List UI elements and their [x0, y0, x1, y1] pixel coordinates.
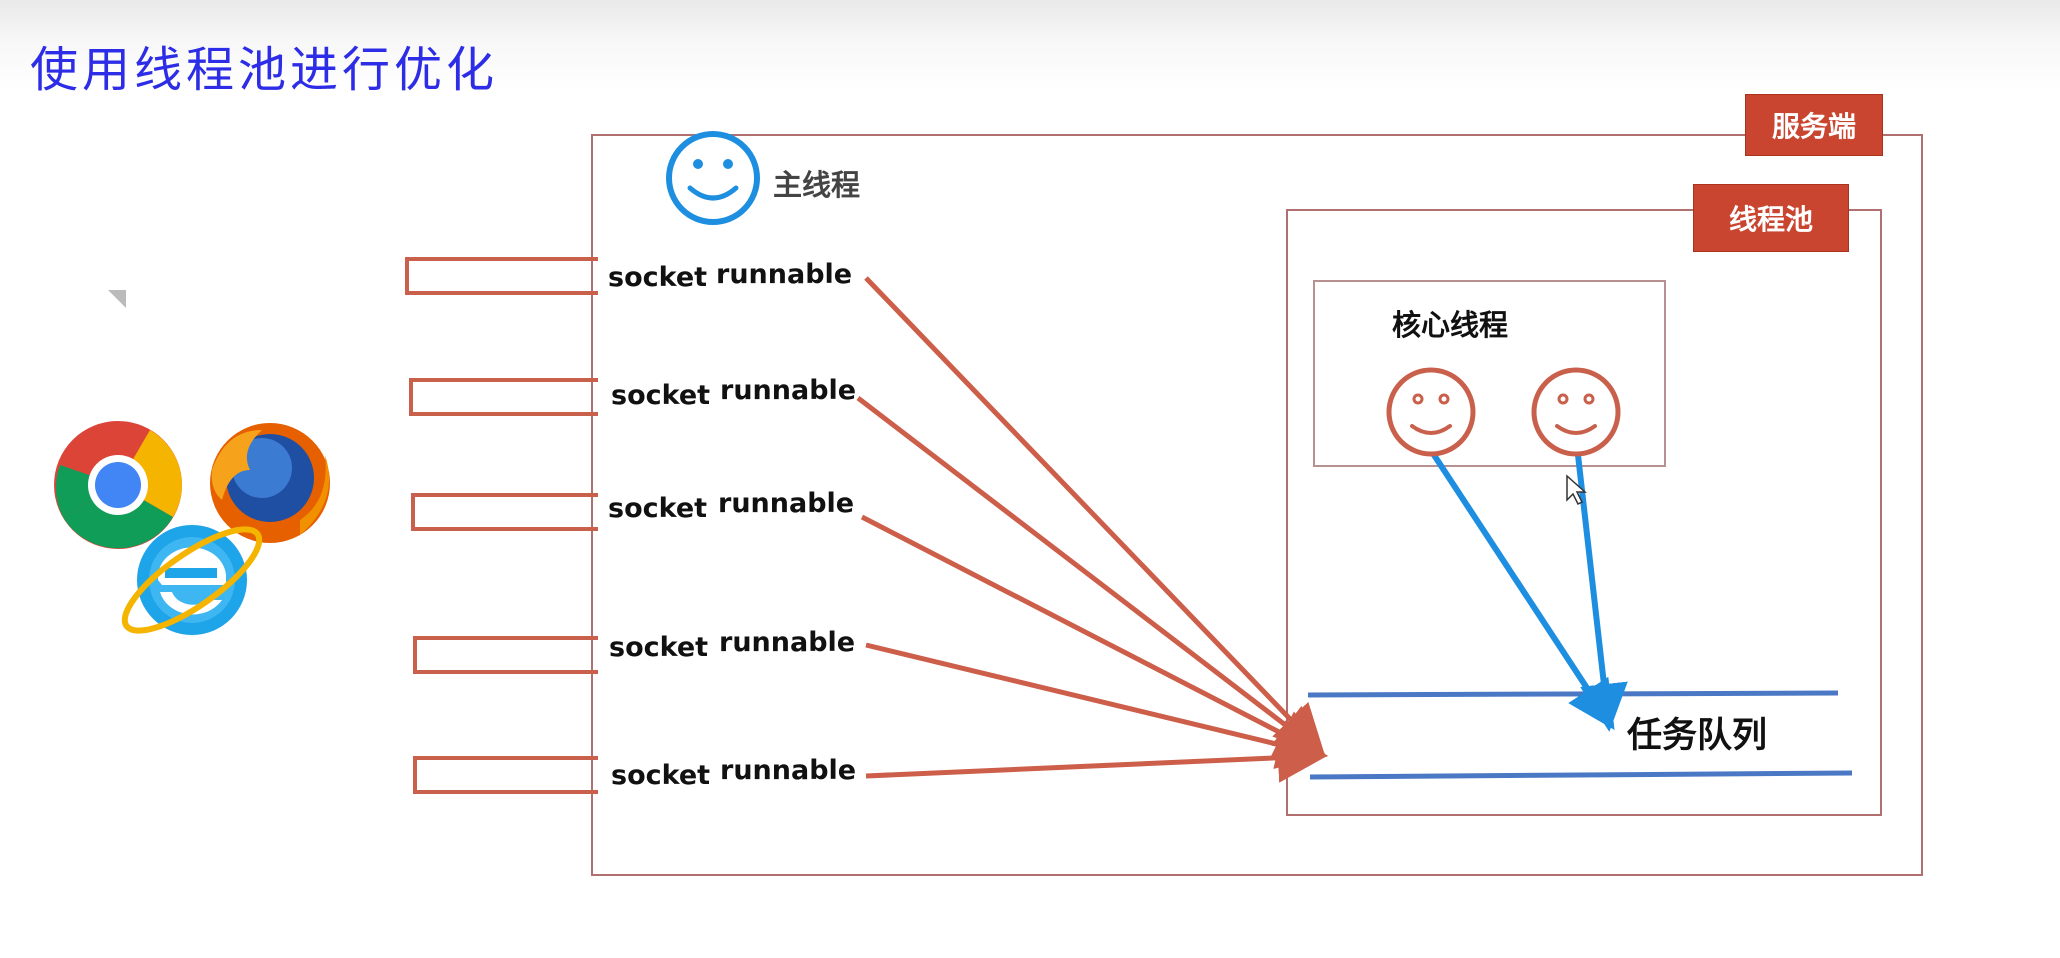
- task-arrow-1: [864, 276, 1325, 756]
- task-queue-bottom-line: [1309, 770, 1853, 780]
- chrome-icon: [54, 421, 182, 549]
- task-arrow-5: [865, 732, 1328, 783]
- core-thread-smiley-icon-2: [1531, 367, 1621, 457]
- core-thread-smiley-icon-1: [1386, 367, 1476, 457]
- diagram-graphics: [54, 131, 1853, 783]
- task-arrow-3: [860, 514, 1327, 757]
- corner-mark-icon: [108, 290, 126, 308]
- main-thread-smiley-icon: [666, 131, 760, 225]
- task-queue-top-line: [1307, 690, 1839, 698]
- firefox-icon: [210, 423, 330, 543]
